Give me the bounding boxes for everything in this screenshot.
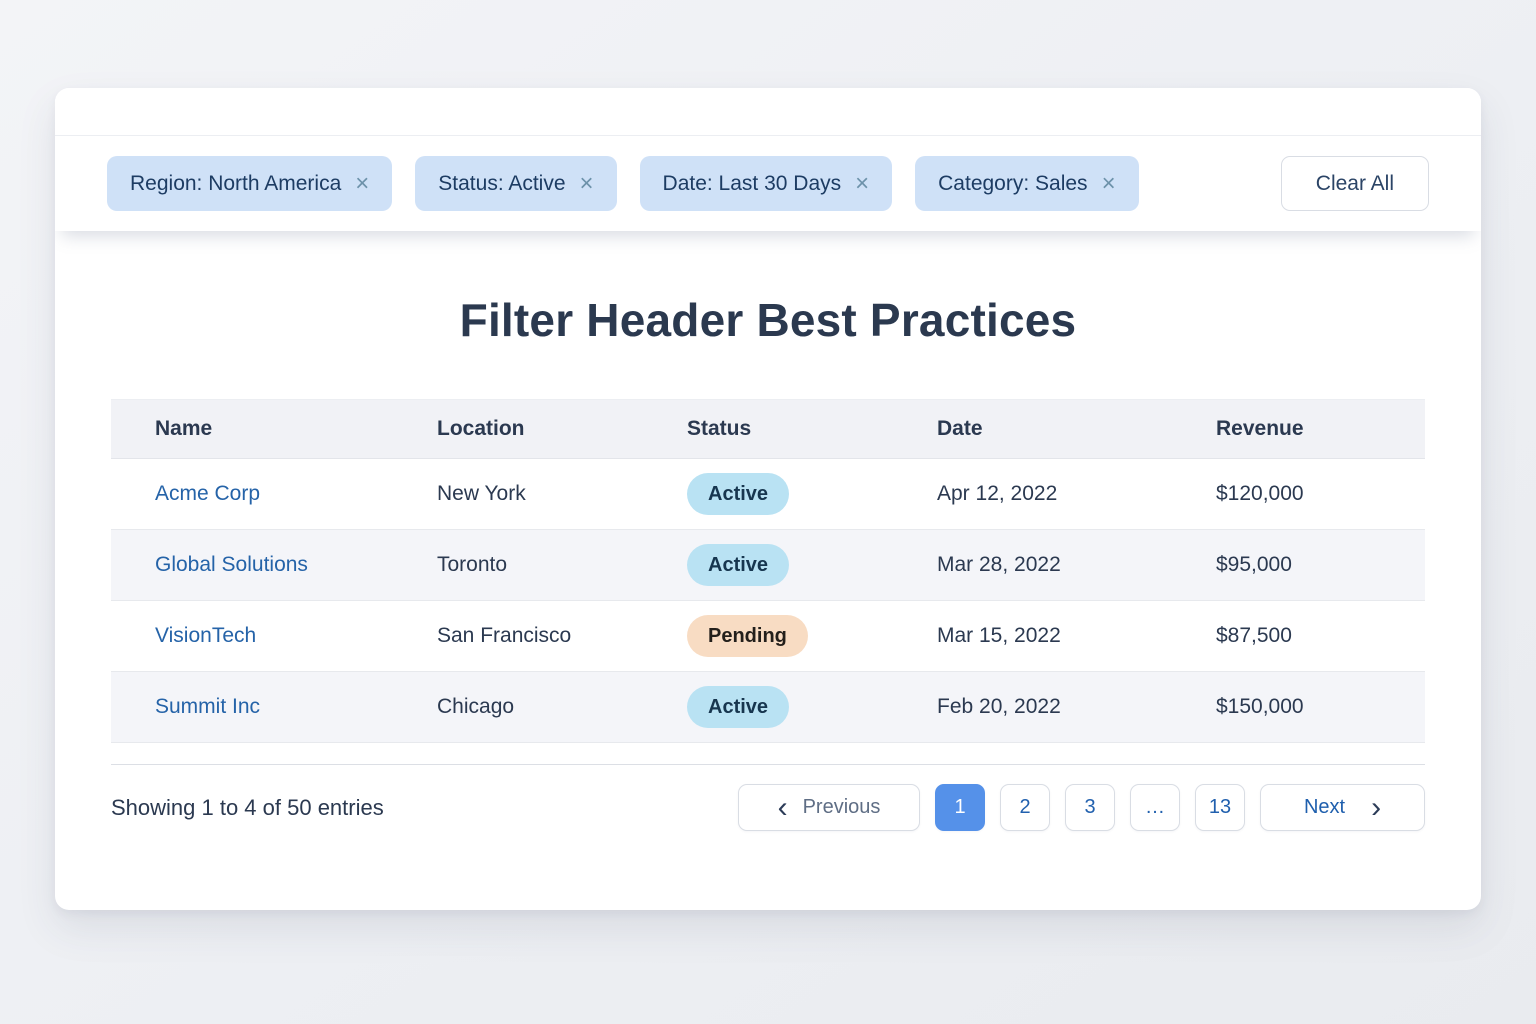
card-content: Filter Header Best Practices Name Locati… — [55, 293, 1481, 831]
column-header-status: Status — [643, 400, 893, 459]
table-row: Global Solutions Toronto Active Mar 28, … — [111, 530, 1425, 601]
status-badge: Pending — [687, 615, 808, 657]
date-cell: Mar 15, 2022 — [893, 601, 1172, 672]
name-cell: Summit Inc — [111, 672, 393, 743]
filter-chip-label: Category: Sales — [938, 172, 1087, 196]
name-cell: VisionTech — [111, 601, 393, 672]
main-card: Region: North America × Status: Active ×… — [55, 88, 1481, 910]
column-header-date: Date — [893, 400, 1172, 459]
entries-summary: Showing 1 to 4 of 50 entries — [111, 795, 384, 821]
filter-chip-label: Region: North America — [130, 172, 341, 196]
table-row: Summit Inc Chicago Active Feb 20, 2022 $… — [111, 672, 1425, 743]
location-cell: Toronto — [393, 530, 643, 601]
data-table: Name Location Status Date Revenue Acme C… — [111, 399, 1425, 743]
company-link[interactable]: Acme Corp — [155, 482, 260, 505]
table-row: VisionTech San Francisco Pending Mar 15,… — [111, 601, 1425, 672]
footer-divider — [111, 764, 1425, 765]
name-cell: Acme Corp — [111, 459, 393, 530]
location-cell: Chicago — [393, 672, 643, 743]
company-link[interactable]: Global Solutions — [155, 553, 308, 576]
status-badge: Active — [687, 473, 789, 515]
revenue-cell: $87,500 — [1172, 601, 1425, 672]
filter-chip-category[interactable]: Category: Sales × — [915, 156, 1138, 211]
page-button-13[interactable]: 13 — [1195, 784, 1245, 831]
status-badge: Active — [687, 544, 789, 586]
filter-chip-label: Status: Active — [438, 172, 565, 196]
status-cell: Active — [643, 530, 893, 601]
status-badge: Active — [687, 686, 789, 728]
date-cell: Feb 20, 2022 — [893, 672, 1172, 743]
location-cell: San Francisco — [393, 601, 643, 672]
pagination: ‹ Previous 1 2 3 … 13 Next › — [738, 784, 1425, 831]
page-button-2[interactable]: 2 — [1000, 784, 1050, 831]
name-cell: Global Solutions — [111, 530, 393, 601]
column-header-revenue: Revenue — [1172, 400, 1425, 459]
next-label: Next — [1304, 796, 1345, 819]
column-header-location: Location — [393, 400, 643, 459]
status-cell: Pending — [643, 601, 893, 672]
date-cell: Mar 28, 2022 — [893, 530, 1172, 601]
table-row: Acme Corp New York Active Apr 12, 2022 $… — [111, 459, 1425, 530]
previous-label: Previous — [803, 796, 881, 819]
filter-header: Region: North America × Status: Active ×… — [55, 136, 1481, 231]
remove-filter-icon[interactable]: × — [355, 172, 369, 196]
page-title: Filter Header Best Practices — [111, 293, 1425, 347]
filter-chip-region[interactable]: Region: North America × — [107, 156, 392, 211]
previous-page-button[interactable]: ‹ Previous — [738, 784, 920, 831]
next-page-button[interactable]: Next › — [1260, 784, 1425, 831]
status-cell: Active — [643, 459, 893, 530]
filter-chip-label: Date: Last 30 Days — [663, 172, 842, 196]
page-ellipsis-button[interactable]: … — [1130, 784, 1180, 831]
location-cell: New York — [393, 459, 643, 530]
card-top-bar — [55, 88, 1481, 136]
revenue-cell: $95,000 — [1172, 530, 1425, 601]
remove-filter-icon[interactable]: × — [855, 172, 869, 196]
remove-filter-icon[interactable]: × — [580, 172, 594, 196]
page-button-1[interactable]: 1 — [935, 784, 985, 831]
revenue-cell: $150,000 — [1172, 672, 1425, 743]
filter-chip-status[interactable]: Status: Active × — [415, 156, 616, 211]
status-cell: Active — [643, 672, 893, 743]
table-footer: Showing 1 to 4 of 50 entries ‹ Previous … — [111, 784, 1425, 831]
remove-filter-icon[interactable]: × — [1102, 172, 1116, 196]
date-cell: Apr 12, 2022 — [893, 459, 1172, 530]
clear-all-button[interactable]: Clear All — [1281, 156, 1429, 211]
page-button-3[interactable]: 3 — [1065, 784, 1115, 831]
filter-chip-date[interactable]: Date: Last 30 Days × — [640, 156, 893, 211]
company-link[interactable]: VisionTech — [155, 624, 256, 647]
company-link[interactable]: Summit Inc — [155, 695, 260, 718]
table-header-row: Name Location Status Date Revenue — [111, 400, 1425, 459]
column-header-name: Name — [111, 400, 393, 459]
revenue-cell: $120,000 — [1172, 459, 1425, 530]
